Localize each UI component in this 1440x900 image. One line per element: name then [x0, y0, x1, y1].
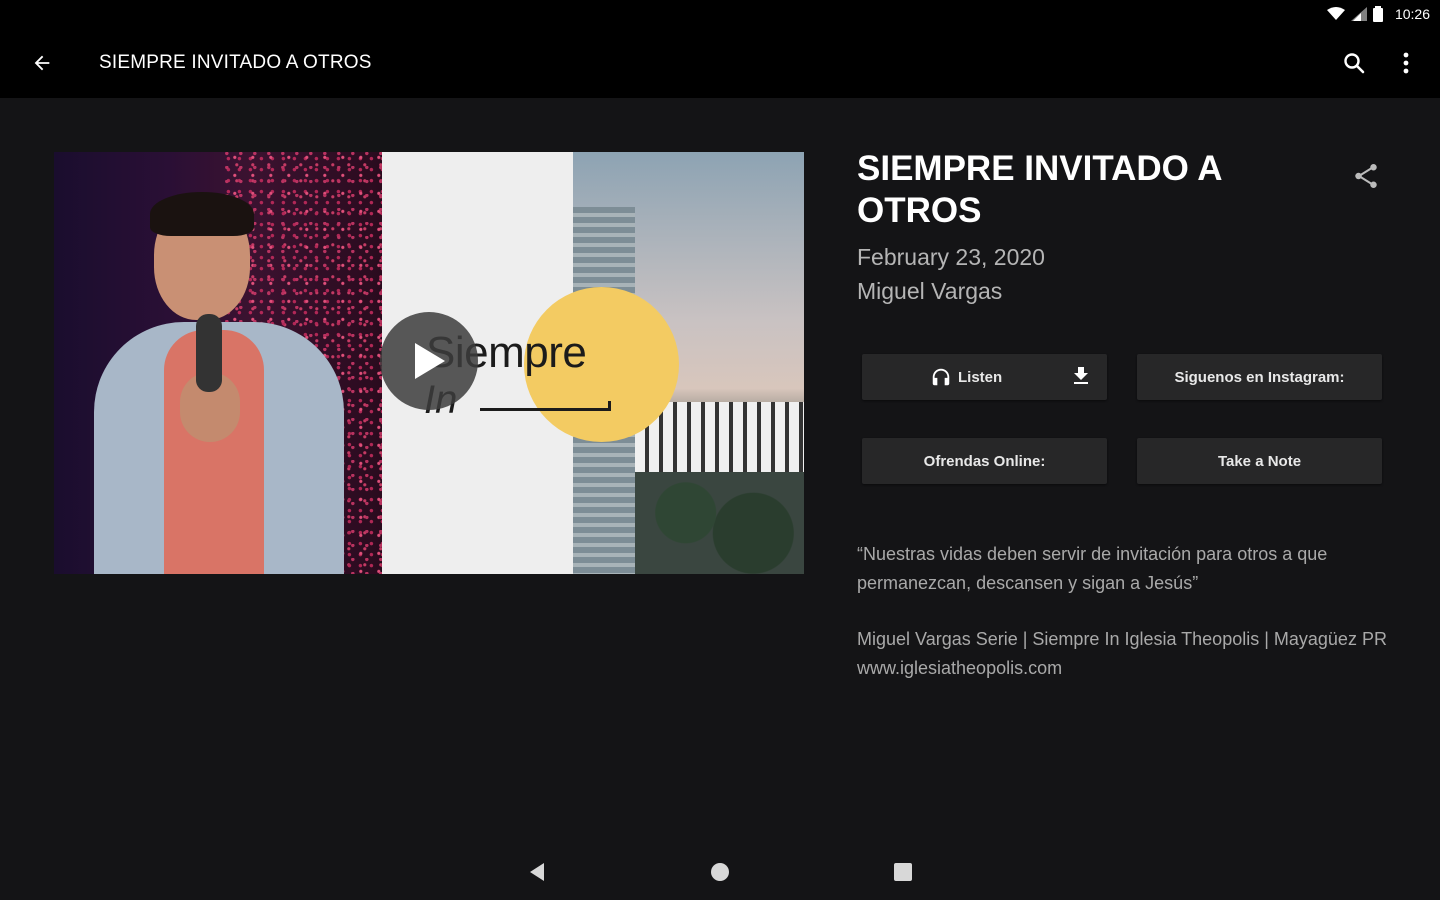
circle-home-icon [711, 863, 729, 881]
share-button[interactable] [1346, 156, 1386, 196]
app-bar: SIEMPRE INVITADO A OTROS [0, 28, 1440, 98]
more-options-button[interactable] [1386, 41, 1426, 85]
more-vert-icon [1403, 52, 1409, 74]
nav-home-button[interactable] [708, 860, 732, 884]
signal-icon [1350, 7, 1367, 21]
search-icon [1344, 53, 1365, 74]
nav-back-button[interactable] [526, 860, 550, 884]
app-bar-title: SIEMPRE INVITADO A OTROS [99, 52, 372, 73]
take-a-note-button[interactable]: Take a Note [1137, 438, 1382, 484]
status-time: 10:26 [1394, 6, 1430, 22]
headphones-icon [932, 368, 950, 386]
speaker-photo [54, 152, 382, 574]
play-button[interactable] [380, 312, 478, 410]
battery-icon [1372, 6, 1383, 22]
ofrendas-online-button[interactable]: Ofrendas Online: [862, 438, 1107, 484]
listen-button[interactable]: Listen [862, 354, 1107, 400]
share-icon [1355, 164, 1377, 188]
square-recents-icon [894, 863, 912, 881]
microphone [196, 314, 222, 392]
nav-recents-button[interactable] [891, 860, 915, 884]
search-button[interactable] [1332, 41, 1376, 85]
sermon-title: SIEMPRE INVITADO A OTROS [857, 149, 1222, 230]
arrow-back-icon [34, 55, 50, 71]
wifi-icon [1326, 7, 1345, 20]
sermon-date: February 23, 2020 [857, 244, 1045, 270]
status-bar: 10:26 [0, 0, 1440, 28]
back-button[interactable] [20, 41, 64, 85]
listen-label: Listen [958, 368, 1003, 386]
sermon-speaker: Miguel Vargas [857, 278, 1003, 304]
sermon-video-thumbnail[interactable]: Siempre In [54, 152, 804, 574]
system-navigation-bar [0, 846, 1440, 900]
play-icon [415, 343, 445, 379]
instagram-button[interactable]: Siguenos en Instagram: [1137, 354, 1382, 400]
sermon-series-info: Miguel Vargas Serie | Siempre In Iglesia… [857, 629, 1387, 678]
sermon-quote: “Nuestras vidas deben servir de invitaci… [857, 544, 1328, 593]
download-icon[interactable] [1069, 364, 1093, 388]
triangle-back-icon [530, 863, 544, 881]
